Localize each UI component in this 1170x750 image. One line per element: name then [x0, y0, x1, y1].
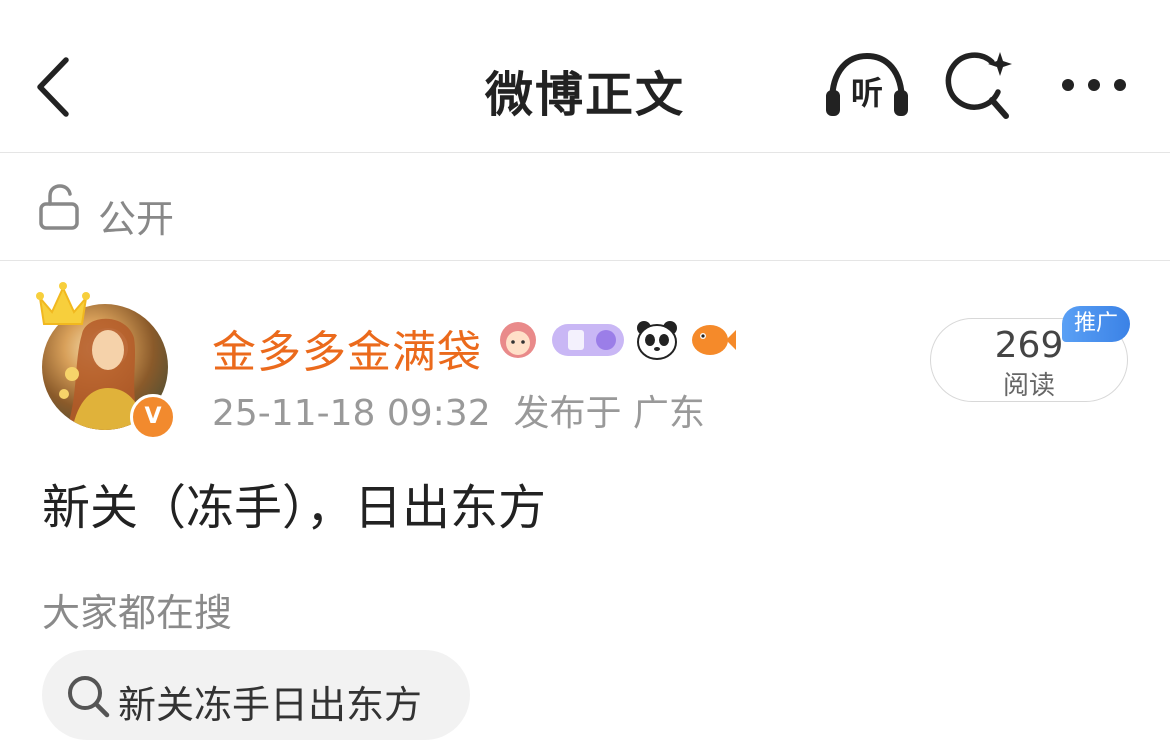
crown-icon	[34, 278, 92, 330]
listen-label: 听	[850, 74, 883, 112]
suggested-search-pill[interactable]: 新关冻手日出东方	[42, 650, 470, 740]
username[interactable]: 金多多金满袋	[212, 316, 482, 380]
suggested-search-text: 新关冻手日出东方	[118, 683, 423, 727]
member-level-badge-icon	[552, 324, 624, 356]
visibility-label: 公开	[98, 197, 175, 241]
search-icon	[68, 676, 110, 718]
lock-open-icon	[38, 184, 82, 230]
search-sparkle-icon	[945, 52, 1012, 119]
verified-badge: V	[130, 394, 176, 440]
fish-icon	[692, 325, 736, 355]
post-text: 新关（冻手），日出东方	[42, 480, 547, 536]
listen-button[interactable]: 听	[822, 50, 912, 122]
section-divider	[0, 260, 1170, 261]
girl-emoji-icon	[500, 322, 536, 358]
header-divider	[0, 152, 1170, 153]
user-badges	[494, 316, 736, 364]
panda-icon	[637, 321, 677, 360]
read-label: 阅读	[1002, 371, 1055, 401]
suggestions-title: 大家都在搜	[42, 591, 233, 635]
post-meta: 25-11-18 09:32 发布于 广东	[212, 393, 705, 434]
more-dots-icon	[1062, 79, 1126, 91]
promote-tag[interactable]: 推广	[1062, 306, 1130, 342]
more-button[interactable]	[1052, 60, 1136, 110]
search-button[interactable]	[942, 48, 1022, 124]
